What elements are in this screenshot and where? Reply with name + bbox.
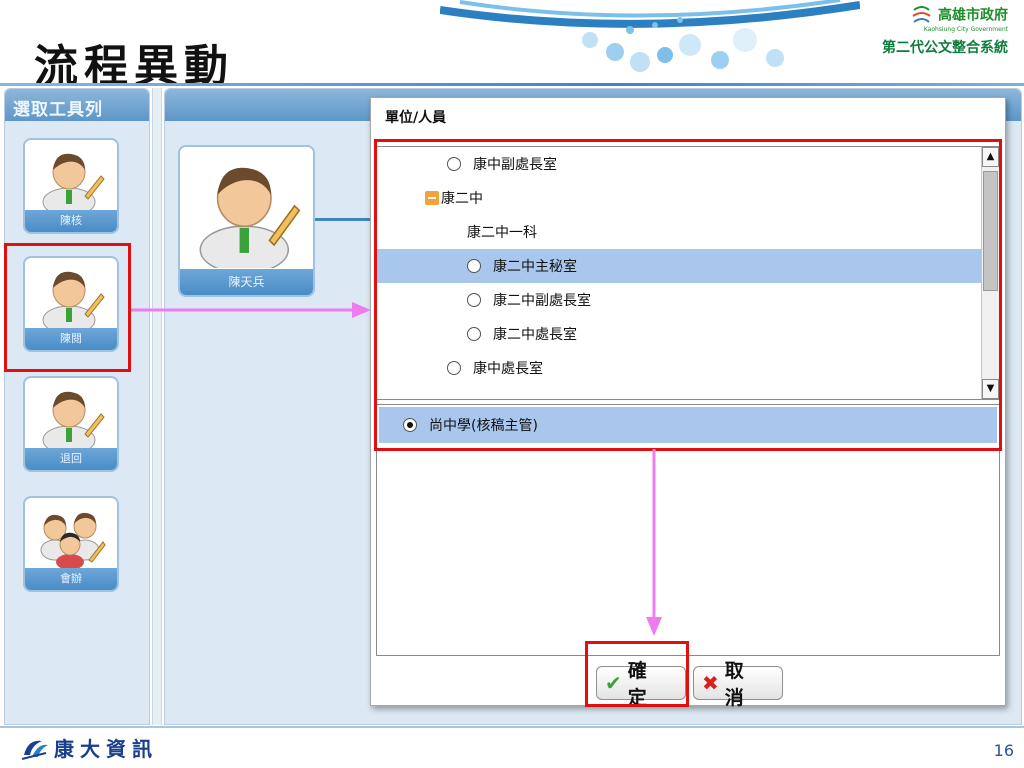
flow-connector: [315, 218, 373, 221]
gov-system-name: 第二代公文整合系統: [882, 39, 1008, 55]
footer-brand-name: 康大資訊: [54, 739, 158, 761]
tool-label: 陳核: [25, 210, 117, 232]
footer-rule: [0, 726, 1024, 728]
tool-panel-header: 選取工具列: [5, 89, 149, 121]
tool-label: 退回: [25, 448, 117, 470]
dialog-title: 單位/人員: [385, 110, 447, 126]
gov-emblem-icon: [912, 6, 931, 23]
flow-node-label: 陳天兵: [180, 269, 313, 295]
gov-name: 高雄市政府: [938, 6, 1008, 23]
tool-return[interactable]: 退回: [23, 376, 119, 472]
gov-logo: 高雄市政府 Kaohsiung City Government 第二代公文整合系…: [882, 4, 1008, 57]
header-rule: [0, 83, 1024, 86]
person-icon: [199, 167, 301, 268]
list-highlight-box: [374, 139, 1002, 451]
tool-highlight-box: [4, 243, 131, 372]
tool-countersign[interactable]: 會辦: [23, 496, 119, 592]
close-icon: ✖: [702, 671, 721, 695]
flow-node[interactable]: 陳天兵: [178, 145, 315, 297]
tool-review-submit[interactable]: 陳核: [23, 138, 119, 234]
cancel-label: 取 消: [724, 660, 746, 709]
header-decoration: [440, 0, 860, 72]
company-logo-icon: [21, 740, 48, 760]
person-icon: [42, 153, 105, 210]
person-icon: [42, 391, 105, 448]
page-number: 16: [993, 741, 1014, 760]
tool-label: 會辦: [25, 568, 117, 590]
group-icon: [40, 512, 106, 568]
footer-brand: 康大資訊: [20, 733, 158, 762]
gov-name-en: Kaohsiung City Government: [923, 26, 1008, 33]
confirm-highlight-box: [585, 641, 689, 707]
panel-splitter[interactable]: [152, 88, 162, 725]
cancel-button[interactable]: ✖ 取 消: [693, 660, 783, 709]
